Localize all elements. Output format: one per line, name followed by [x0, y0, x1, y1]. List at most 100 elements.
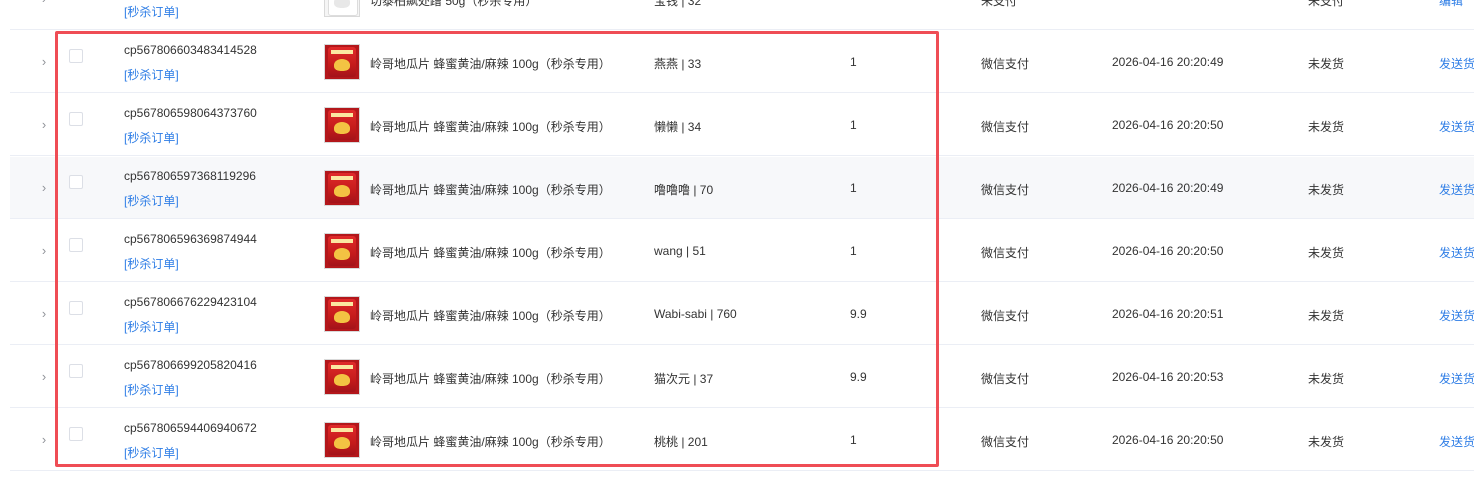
buyer-info: 猫次元 | 37: [654, 372, 714, 386]
product-name: 岭哥地瓜片 蜂蜜黄油/麻辣 100g（秒杀专用）: [370, 309, 611, 323]
buyer-info: Wabi-sabi | 760: [654, 307, 737, 321]
order-status: 未支付: [1308, 0, 1345, 8]
payment-method: 微信支付: [981, 372, 1030, 386]
chevron-right-icon[interactable]: ›: [38, 306, 50, 321]
row-checkbox[interactable]: [69, 174, 83, 189]
order-amount: 1: [850, 244, 857, 258]
payment-method: 未支付: [981, 0, 1018, 8]
payment-method: 微信支付: [981, 120, 1030, 134]
order-tag[interactable]: [秒杀订单]: [124, 255, 179, 272]
row-checkbox[interactable]: [69, 48, 83, 63]
order-time: 2026-04-16 20:20:49: [1112, 181, 1224, 195]
product-thumbnail: [324, 107, 360, 143]
ship-link[interactable]: 发送货: [1439, 181, 1474, 198]
order-status: 未发货: [1308, 372, 1345, 386]
ship-link[interactable]: 发送货: [1439, 244, 1474, 261]
row-checkbox[interactable]: [69, 426, 83, 441]
payment-method: 微信支付: [981, 183, 1030, 197]
chevron-right-icon[interactable]: ›: [38, 117, 50, 132]
product-name: 岭哥地瓜片 蜂蜜黄油/麻辣 100g（秒杀专用）: [370, 372, 611, 386]
order-tag[interactable]: [秒杀订单]: [124, 129, 179, 146]
payment-method: 微信支付: [981, 57, 1030, 71]
product-name: 切泰柏飙处蹭 50g（秒杀专用）: [370, 0, 538, 8]
row-checkbox[interactable]: [69, 363, 83, 378]
product-name: 岭哥地瓜片 蜂蜜黄油/麻辣 100g（秒杀专用）: [370, 57, 611, 71]
table-row: › cp567806597368119296 [秒杀订单] 岭哥地瓜片 蜂蜜黄油/麻辣…: [10, 157, 1474, 219]
ship-link[interactable]: 发送货: [1439, 307, 1474, 324]
buyer-info: 懒懒 | 34: [654, 120, 702, 134]
edit-link[interactable]: 编辑: [1439, 0, 1463, 9]
order-id: cp567806676229423104: [124, 295, 257, 309]
buyer-info: 噜噜噜 | 70: [654, 183, 714, 197]
chevron-right-icon[interactable]: ›: [38, 432, 50, 447]
order-time: 2026-04-16 20:20:51: [1112, 307, 1224, 321]
product-name: 岭哥地瓜片 蜂蜜黄油/麻辣 100g（秒杀专用）: [370, 183, 611, 197]
row-checkbox[interactable]: [69, 300, 83, 315]
row-checkbox[interactable]: [69, 111, 83, 126]
payment-method: 微信支付: [981, 435, 1030, 449]
product-name: 岭哥地瓜片 蜂蜜黄油/麻辣 100g（秒杀专用）: [370, 246, 611, 260]
order-status: 未发货: [1308, 183, 1345, 197]
order-status: 未发货: [1308, 120, 1345, 134]
order-amount: 9.9: [850, 370, 867, 384]
order-amount: 1: [850, 55, 857, 69]
product-thumbnail: [324, 170, 360, 206]
row-checkbox[interactable]: [69, 237, 83, 252]
product-thumbnail: [324, 296, 360, 332]
product-name: 岭哥地瓜片 蜂蜜黄油/麻辣 100g（秒杀专用）: [370, 120, 611, 134]
buyer-info: wang | 51: [654, 244, 706, 258]
order-status: 未发货: [1308, 57, 1345, 71]
product-thumbnail: [324, 44, 360, 80]
product-thumbnail: [324, 233, 360, 269]
order-tag[interactable]: [秒杀订单]: [124, 3, 179, 20]
product-name: 岭哥地瓜片 蜂蜜黄油/麻辣 100g（秒杀专用）: [370, 435, 611, 449]
order-tag[interactable]: [秒杀订单]: [124, 444, 179, 461]
table-row: › cp567806596369874944 [秒杀订单] 岭哥地瓜片 蜂蜜黄油/麻辣…: [10, 220, 1474, 282]
order-time: 2026-04-16 20:20:50: [1112, 118, 1224, 132]
order-tag[interactable]: [秒杀订单]: [124, 318, 179, 335]
chevron-right-icon[interactable]: ›: [38, 54, 50, 69]
chevron-right-icon[interactable]: ›: [38, 369, 50, 384]
order-amount: 1: [850, 118, 857, 132]
ship-link[interactable]: 发送货: [1439, 433, 1474, 450]
order-tag[interactable]: [秒杀订单]: [124, 192, 179, 209]
order-amount: 9.9: [850, 307, 867, 321]
order-tag[interactable]: [秒杀订单]: [124, 66, 179, 83]
buyer-info: 燕燕 | 33: [654, 57, 702, 71]
order-status: 未发货: [1308, 435, 1345, 449]
order-id: cp567806597368119296: [124, 169, 256, 183]
product-thumbnail: [324, 422, 360, 458]
payment-method: 微信支付: [981, 246, 1030, 260]
chevron-right-icon[interactable]: ›: [38, 0, 50, 6]
table-row: › cp567806594406940672 [秒杀订单] 岭哥地瓜片 蜂蜜黄油/麻辣…: [10, 409, 1474, 471]
order-amount: 1: [850, 181, 857, 195]
order-id: cp567806596369874944: [124, 232, 257, 246]
ship-link[interactable]: 发送货: [1439, 118, 1474, 135]
order-tag[interactable]: [秒杀订单]: [124, 381, 179, 398]
order-amount: 1: [850, 433, 857, 447]
order-status: 未发货: [1308, 309, 1345, 323]
order-time: 2026-04-16 20:20:53: [1112, 370, 1224, 384]
order-time: 2026-04-16 20:20:50: [1112, 433, 1224, 447]
product-thumbnail: [324, 359, 360, 395]
ship-link[interactable]: 发送货: [1439, 370, 1474, 387]
chevron-right-icon[interactable]: ›: [38, 180, 50, 195]
order-id: cp567806699205820416: [124, 358, 257, 372]
payment-method: 微信支付: [981, 309, 1030, 323]
buyer-info: 宝钱 | 32: [654, 0, 702, 8]
table-row: › cp567806676229423104 [秒杀订单] 岭哥地瓜片 蜂蜜黄油/麻辣…: [10, 283, 1474, 345]
table-row: › cp567806699205820416 [秒杀订单] 岭哥地瓜片 蜂蜜黄油/麻辣…: [10, 346, 1474, 408]
chevron-right-icon[interactable]: ›: [38, 243, 50, 258]
table-row: › cp567806603483414528 [秒杀订单] 岭哥地瓜片 蜂蜜黄油/麻辣…: [10, 31, 1474, 93]
buyer-info: 桃桃 | 201: [654, 435, 708, 449]
table-row: › cp567806598064373760 [秒杀订单] 岭哥地瓜片 蜂蜜黄油/麻辣…: [10, 94, 1474, 156]
order-id: cp567806594406940672: [124, 421, 257, 435]
order-time: 2026-04-16 20:20:50: [1112, 244, 1224, 258]
product-thumbnail: [324, 0, 360, 17]
order-id: cp567806598064373760: [124, 106, 257, 120]
order-time: 2026-04-16 20:20:49: [1112, 55, 1224, 69]
order-id: cp567806603483414528: [124, 43, 257, 57]
ship-link[interactable]: 发送货: [1439, 55, 1474, 72]
table-row-partial: › [秒杀订单] 切泰柏飙处蹭 50g（秒杀专用） 宝钱 | 32 未支付 未支…: [10, 0, 1474, 30]
order-status: 未发货: [1308, 246, 1345, 260]
